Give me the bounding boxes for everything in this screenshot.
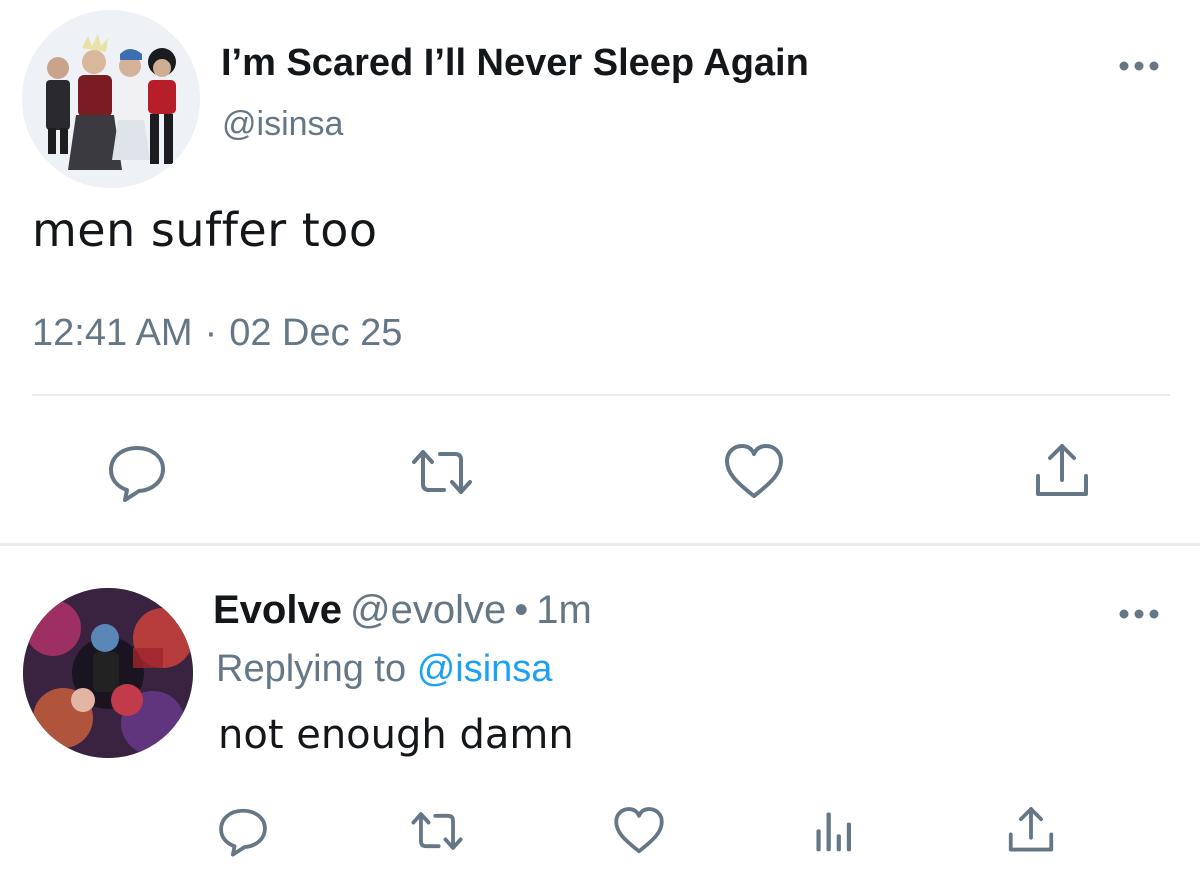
share-icon[interactable]: [1004, 804, 1058, 858]
more-options-icon[interactable]: [1118, 56, 1160, 76]
reply-icon[interactable]: [216, 804, 270, 858]
section-divider: [0, 543, 1200, 546]
replying-prefix: Replying to: [216, 648, 407, 690]
display-name[interactable]: I’m Scared I’ll Never Sleep Again: [221, 42, 809, 85]
retweet-icon[interactable]: [410, 440, 474, 504]
tweet-time: 12:41 AM: [32, 312, 193, 354]
tweet-text: not enough damn: [218, 712, 574, 758]
user-handle[interactable]: @isinsa: [222, 105, 343, 144]
tweet-timestamp[interactable]: 12:41 AM · 02 Dec 25: [32, 312, 402, 355]
avatar[interactable]: [22, 10, 200, 188]
replying-to-link[interactable]: @isinsa: [417, 648, 553, 690]
profile-photo-icon: [23, 588, 193, 758]
separator: •: [514, 588, 529, 632]
tweet-text: men suffer too: [32, 203, 378, 257]
like-icon[interactable]: [722, 440, 786, 504]
time-separator: ·: [204, 312, 218, 354]
share-icon[interactable]: [1030, 440, 1094, 504]
user-handle[interactable]: @evolve: [350, 588, 506, 632]
reply-header: Evolve @evolve • 1m: [213, 588, 592, 633]
tweet-age[interactable]: 1m: [536, 588, 592, 632]
display-name[interactable]: Evolve: [213, 588, 342, 632]
retweet-icon[interactable]: [410, 804, 464, 858]
tweet-date: 02 Dec 25: [229, 312, 403, 354]
reply-icon[interactable]: [105, 440, 169, 504]
profile-photo-icon: [22, 10, 200, 188]
like-icon[interactable]: [612, 804, 666, 858]
replying-to: Replying to @isinsa: [216, 648, 552, 691]
more-options-icon[interactable]: [1118, 604, 1160, 624]
avatar[interactable]: [23, 588, 193, 758]
analytics-icon[interactable]: [808, 804, 862, 858]
divider: [32, 394, 1170, 396]
